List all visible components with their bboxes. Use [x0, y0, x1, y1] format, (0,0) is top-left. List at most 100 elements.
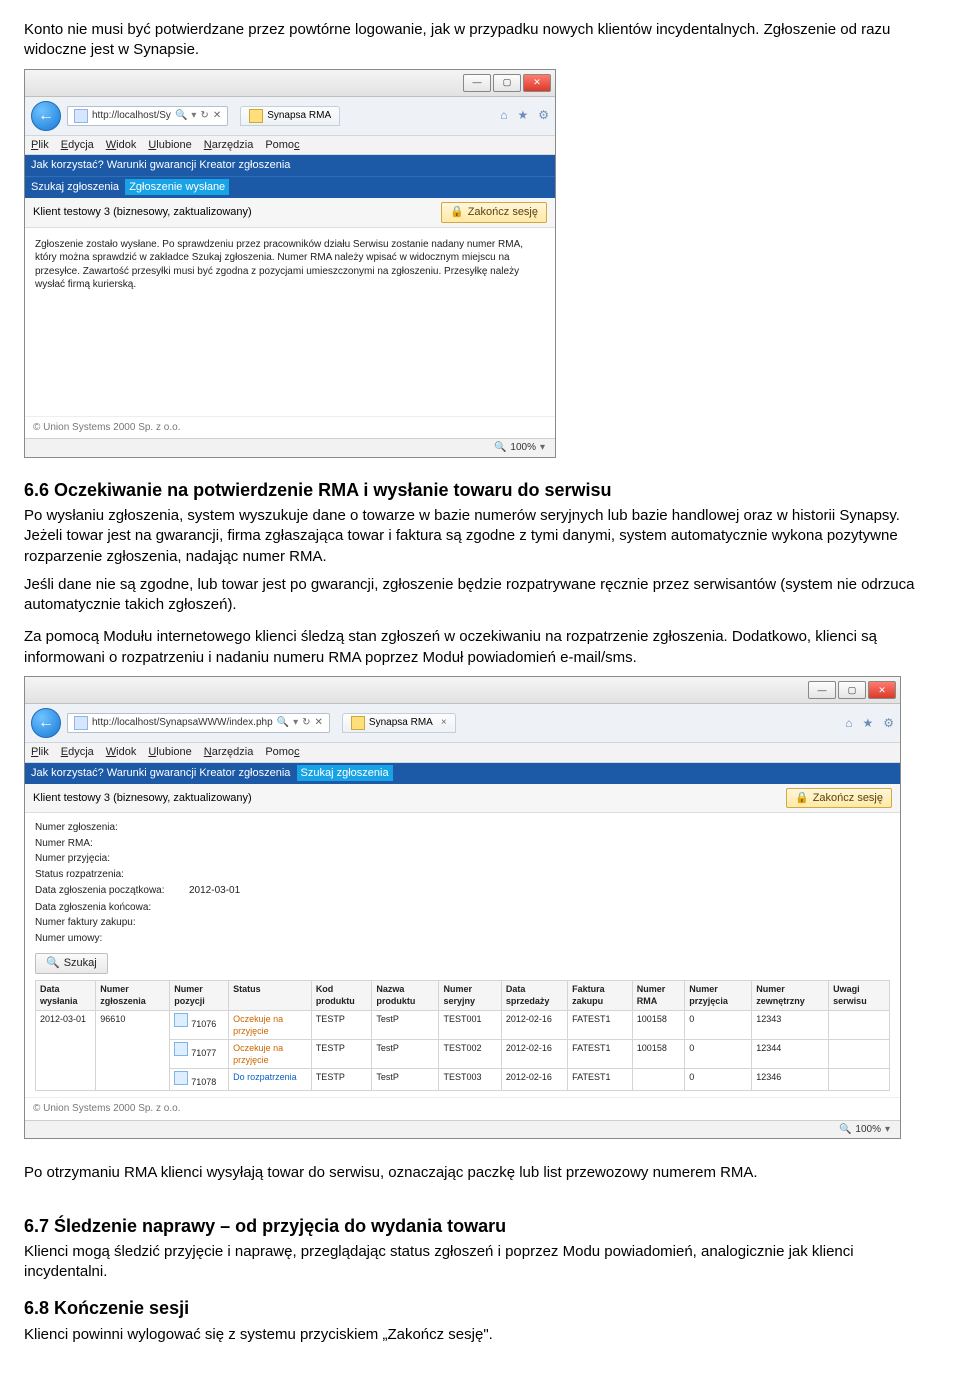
table-header: Numer zewnętrzny: [752, 981, 829, 1010]
label-nr-umowy: Numer umowy:: [35, 932, 185, 946]
search-icon[interactable]: 🔍: [175, 109, 187, 123]
field-status[interactable]: [185, 874, 193, 876]
stop-icon[interactable]: ✕: [315, 716, 323, 730]
label-data-pocz: Data zgłoszenia początkowa:: [35, 884, 185, 898]
favorites-icon[interactable]: ★: [517, 107, 528, 123]
favorites-icon[interactable]: ★: [862, 715, 873, 731]
back-icon[interactable]: ←: [31, 101, 61, 131]
row-icon[interactable]: [174, 1071, 188, 1085]
field-numer-rma[interactable]: [185, 843, 193, 845]
search-form-area: Numer zgłoszenia: Numer RMA: Numer przyj…: [25, 813, 900, 1097]
browser-tools: ⌂ ★ ⚙: [500, 107, 549, 123]
heading-6-8: 6.8 Kończenie sesji: [24, 1296, 936, 1320]
logout-button[interactable]: 🔒 Zakończ sesję: [786, 788, 892, 809]
label-nr-faktury: Numer faktury zakupu:: [35, 916, 185, 930]
field-numer-zgl[interactable]: [185, 827, 193, 829]
label-data-konc: Data zgłoszenia końcowa:: [35, 901, 185, 915]
lock-icon: 🔒: [795, 791, 809, 806]
nav-szukaj-zgloszenia[interactable]: Szukaj zgłoszenia: [297, 765, 393, 781]
search-button[interactable]: 🔍 Szukaj: [35, 953, 108, 974]
field-data-konc[interactable]: [185, 907, 193, 909]
window-titlebar: — ▢ ✕: [25, 70, 555, 97]
table-row: 2012-03-019661071076Oczekuje na przyjęci…: [36, 1010, 890, 1039]
row-icon[interactable]: [174, 1013, 188, 1027]
maximize-icon[interactable]: ▢: [493, 74, 521, 92]
menu-edycja[interactable]: Edycja: [61, 138, 94, 153]
paragraph-after-shot2: Po otrzymaniu RMA klienci wysyłają towar…: [24, 1163, 936, 1183]
client-label: Klient testowy 3 (biznesowy, zaktualizow…: [33, 205, 252, 220]
menu-narzedzia[interactable]: Narzędzia: [204, 745, 254, 760]
maximize-icon[interactable]: ▢: [838, 681, 866, 699]
heading-6-6: 6.6 Oczekiwanie na potwierdzenie RMA i w…: [24, 478, 936, 502]
address-bar-row: ← http://localhost/SynapsaWWW/index.php …: [25, 704, 900, 743]
field-nr-umowy[interactable]: [185, 938, 193, 940]
close-icon[interactable]: ✕: [868, 681, 896, 699]
paragraph-6-6-c: Za pomocą Modułu internetowego klienci ś…: [24, 627, 936, 668]
app-nav-secondary: Szukaj zgłoszenia Zgłoszenie wysłane: [25, 176, 555, 198]
browser-menu: Plik Edycja Widok Ulubione Narzędzia Pom…: [25, 743, 900, 763]
menu-plik[interactable]: Plik: [31, 745, 49, 760]
menu-pomoc[interactable]: Pomoc: [265, 138, 299, 153]
logout-button[interactable]: 🔒 Zakończ sesję: [441, 202, 547, 223]
menu-widok[interactable]: Widok: [106, 138, 137, 153]
table-header: Faktura zakupu: [568, 981, 633, 1010]
stop-icon[interactable]: ✕: [213, 109, 221, 123]
tab-close-icon[interactable]: ×: [441, 716, 447, 730]
field-data-pocz[interactable]: 2012-03-01: [185, 883, 244, 899]
nav-szukaj-zgloszenia[interactable]: Szukaj zgłoszenia: [31, 181, 119, 193]
app-nav-primary: Jak korzystać? Warunki gwarancji Kreator…: [25, 763, 900, 784]
minimize-icon[interactable]: —: [808, 681, 836, 699]
browser-tab[interactable]: Synapsa RMA: [240, 106, 340, 126]
url-field[interactable]: http://localhost/SynapsaWWW/index.php 🔍 …: [67, 713, 330, 733]
browser-menu: Plik Edycja Widok Ulubione Narzędzia Pom…: [25, 136, 555, 156]
refresh-icon[interactable]: ↻: [302, 716, 310, 730]
row-icon[interactable]: [174, 1042, 188, 1056]
label-numer-rma: Numer RMA:: [35, 837, 185, 851]
gear-icon[interactable]: ⚙: [883, 715, 894, 731]
table-header: Nazwa produktu: [372, 981, 439, 1010]
paragraph-6-6-a: Po wysłaniu zgłoszenia, system wyszukuje…: [24, 506, 936, 567]
table-header: Numer pozycji: [170, 981, 229, 1010]
url-field[interactable]: http://localhost/Sy 🔍 ▾ ↻ ✕: [67, 106, 228, 126]
label-status: Status rozpatrzenia:: [35, 868, 185, 882]
table-header: Uwagi serwisu: [829, 981, 890, 1010]
field-numer-przy[interactable]: [185, 858, 193, 860]
paragraph-intro: Konto nie musi być potwierdzane przez po…: [24, 20, 936, 61]
page-icon: [74, 716, 88, 730]
content-message: Zgłoszenie zostało wysłane. Po sprawdzen…: [25, 228, 555, 416]
nav-zgloszenie-wyslane[interactable]: Zgłoszenie wysłane: [125, 179, 229, 195]
back-icon[interactable]: ←: [31, 708, 61, 738]
zoom-value[interactable]: 100%: [510, 441, 536, 455]
browser-status-bar: 🔍 100% ▾: [25, 438, 555, 457]
search-icon[interactable]: 🔍: [277, 716, 289, 730]
zoom-icon[interactable]: 🔍: [494, 441, 506, 455]
browser-status-bar: 🔍 100% ▾: [25, 1120, 900, 1139]
menu-ulubione[interactable]: Ulubione: [148, 745, 191, 760]
refresh-icon[interactable]: ↻: [200, 109, 208, 123]
close-icon[interactable]: ✕: [523, 74, 551, 92]
menu-pomoc[interactable]: Pomoc: [265, 745, 299, 760]
paragraph-6-8: Klienci powinni wylogować się z systemu …: [24, 1325, 936, 1345]
magnifier-icon: 🔍: [46, 956, 60, 971]
browser-tab[interactable]: Synapsa RMA ×: [342, 713, 456, 733]
home-icon[interactable]: ⌂: [500, 107, 507, 123]
table-header: Numer przyjęcia: [685, 981, 752, 1010]
paragraph-6-7: Klienci mogą śledzić przyjęcie i naprawę…: [24, 1242, 936, 1283]
screenshot-1-browser-window: — ▢ ✕ ← http://localhost/Sy 🔍 ▾ ↻ ✕ Syna…: [24, 69, 556, 458]
paragraph-6-6-b: Jeśli dane nie są zgodne, lub towar jest…: [24, 575, 936, 616]
menu-plik[interactable]: Plik: [31, 138, 49, 153]
menu-narzedzia[interactable]: Narzędzia: [204, 138, 254, 153]
home-icon[interactable]: ⌂: [845, 715, 852, 731]
screenshot-2-browser-window: — ▢ ✕ ← http://localhost/SynapsaWWW/inde…: [24, 676, 901, 1139]
menu-ulubione[interactable]: Ulubione: [148, 138, 191, 153]
field-nr-faktury[interactable]: [185, 922, 193, 924]
label-numer-przy: Numer przyjęcia:: [35, 852, 185, 866]
window-titlebar: — ▢ ✕: [25, 677, 900, 704]
zoom-icon[interactable]: 🔍: [839, 1123, 851, 1137]
menu-widok[interactable]: Widok: [106, 745, 137, 760]
minimize-icon[interactable]: —: [463, 74, 491, 92]
gear-icon[interactable]: ⚙: [538, 107, 549, 123]
menu-edycja[interactable]: Edycja: [61, 745, 94, 760]
copyright-text: © Union Systems 2000 Sp. z o.o.: [25, 416, 555, 439]
zoom-value[interactable]: 100%: [855, 1123, 881, 1137]
